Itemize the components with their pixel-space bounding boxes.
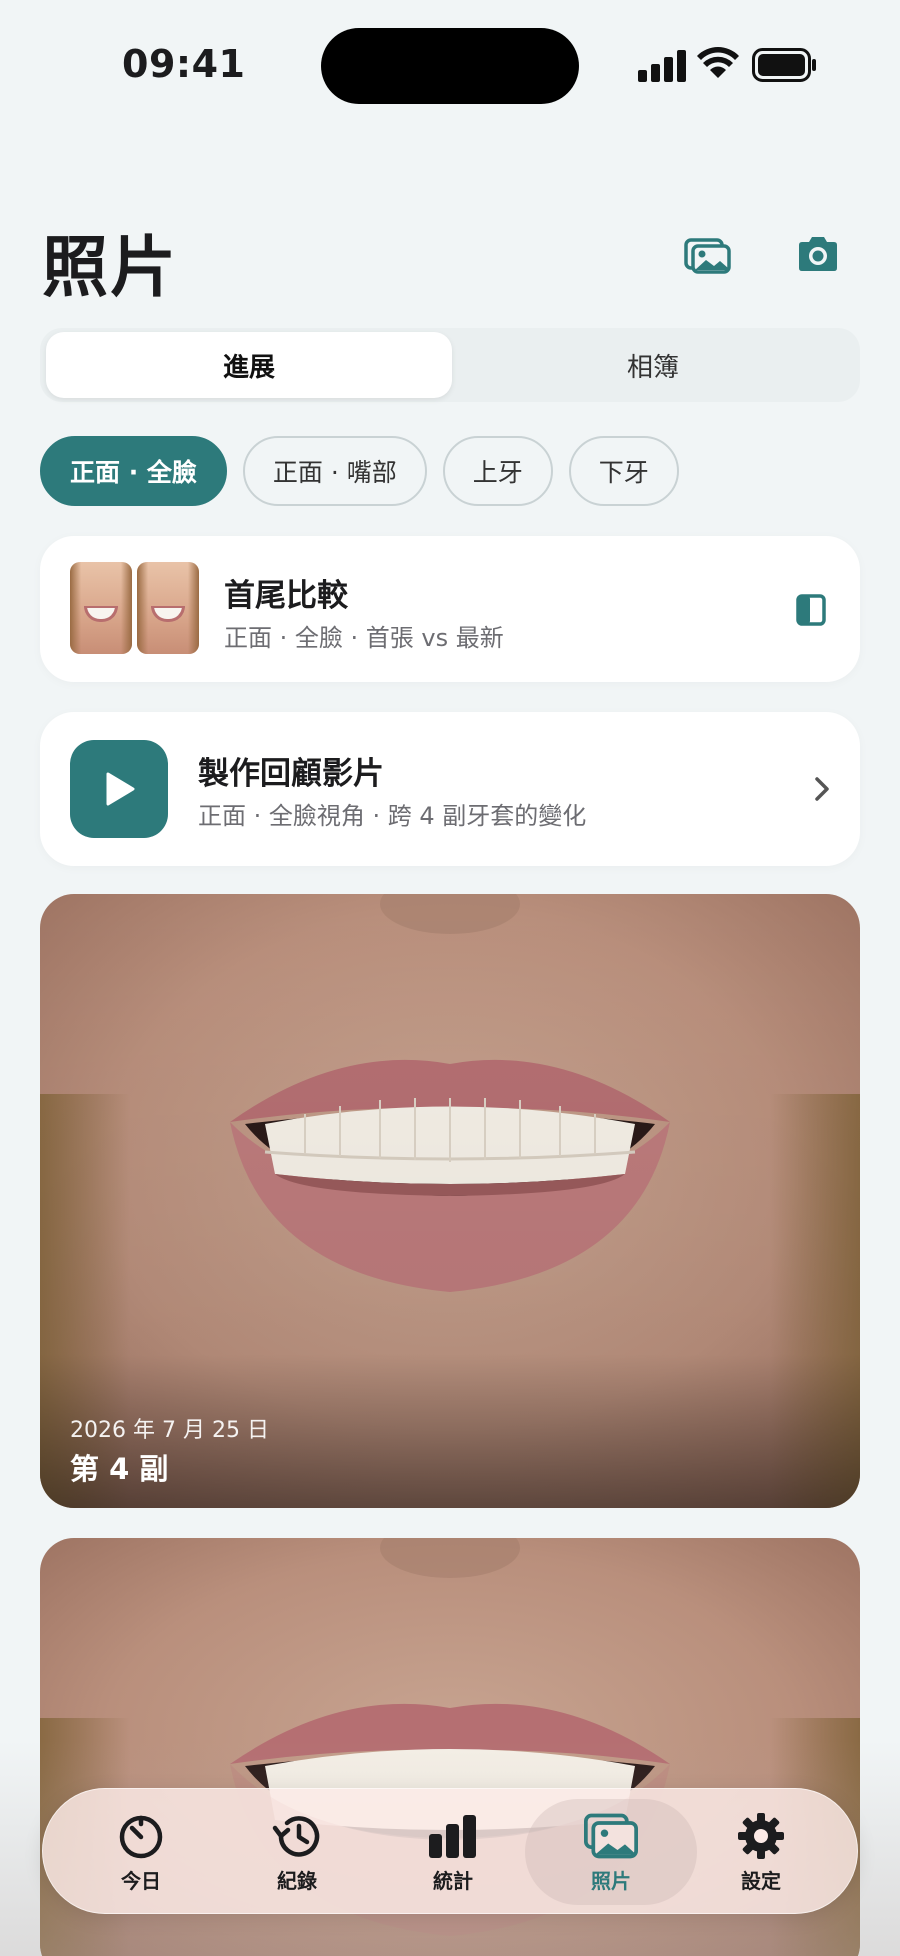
chip-upper-teeth[interactable]: 上牙 — [442, 436, 553, 506]
chip-front-full-face[interactable]: 正面 · 全臉 — [40, 436, 227, 506]
compare-first-last-card[interactable]: 首尾比較 正面 · 全臉 · 首張 vs 最新 — [40, 536, 860, 682]
progress-photo[interactable]: 2026 年 7 月 25 日 第 4 副 — [40, 894, 860, 1508]
cellular-signal-icon — [638, 50, 686, 82]
view-segmented-control: 進展 相簿 — [40, 328, 860, 402]
camera-button[interactable] — [790, 226, 846, 282]
battery-icon — [752, 48, 816, 82]
tab-stats[interactable]: 統計 — [375, 1799, 531, 1905]
create-review-video-card[interactable]: 製作回顧影片 正面 · 全臉視角 · 跨 4 副牙套的變化 — [40, 712, 860, 866]
tab-history[interactable]: 紀錄 — [219, 1799, 375, 1905]
wifi-icon — [697, 47, 739, 78]
history-icon — [272, 1815, 320, 1857]
photo-aligner-label: 第 4 副 — [70, 1452, 169, 1486]
latest-photo-thumbnail — [137, 562, 199, 654]
tab-photos[interactable]: 照片 — [525, 1799, 697, 1905]
tab-label: 設定 — [741, 1868, 781, 1893]
camera-icon — [799, 237, 837, 271]
angle-filter-chips: 正面 · 全臉 正面 · 嘴部 上牙 下牙 — [40, 436, 679, 508]
segment-album[interactable]: 相簿 — [450, 332, 856, 398]
chip-front-mouth[interactable]: 正面 · 嘴部 — [242, 436, 427, 506]
bar-chart-icon — [429, 1814, 476, 1858]
tab-bar: 今日 紀錄 統計 照片 設定 — [42, 1788, 858, 1914]
tab-label: 今日 — [121, 1868, 161, 1893]
dynamic-island — [321, 28, 579, 104]
video-card-subtitle: 正面 · 全臉視角 · 跨 4 副牙套的變化 — [198, 802, 587, 830]
chip-lower-teeth[interactable]: 下牙 — [568, 436, 679, 506]
split-view-icon — [796, 594, 826, 626]
tab-settings[interactable]: 設定 — [683, 1799, 839, 1905]
status-bar: 09:41 — [0, 0, 900, 130]
play-icon — [106, 772, 135, 806]
photo-library-icon — [684, 238, 731, 274]
tab-label: 統計 — [433, 1868, 473, 1893]
chevron-right-icon — [815, 777, 829, 801]
tab-label: 紀錄 — [277, 1868, 317, 1893]
gear-icon — [738, 1812, 784, 1859]
tab-today[interactable]: 今日 — [63, 1799, 219, 1905]
tab-label: 照片 — [591, 1868, 631, 1893]
segment-progress[interactable]: 進展 — [46, 332, 452, 398]
play-tile — [70, 740, 168, 838]
compare-card-subtitle: 正面 · 全臉 · 首張 vs 最新 — [224, 624, 504, 652]
first-photo-thumbnail — [70, 562, 132, 654]
photo-library-button[interactable] — [680, 226, 736, 282]
photos-icon — [584, 1813, 638, 1858]
timer-icon — [119, 1815, 163, 1858]
status-time: 09:41 — [122, 42, 246, 86]
video-card-title: 製作回顧影片 — [198, 756, 384, 792]
photo-date: 2026 年 7 月 25 日 — [70, 1418, 269, 1443]
compare-card-title: 首尾比較 — [224, 578, 348, 614]
page-title: 照片 — [42, 229, 178, 306]
